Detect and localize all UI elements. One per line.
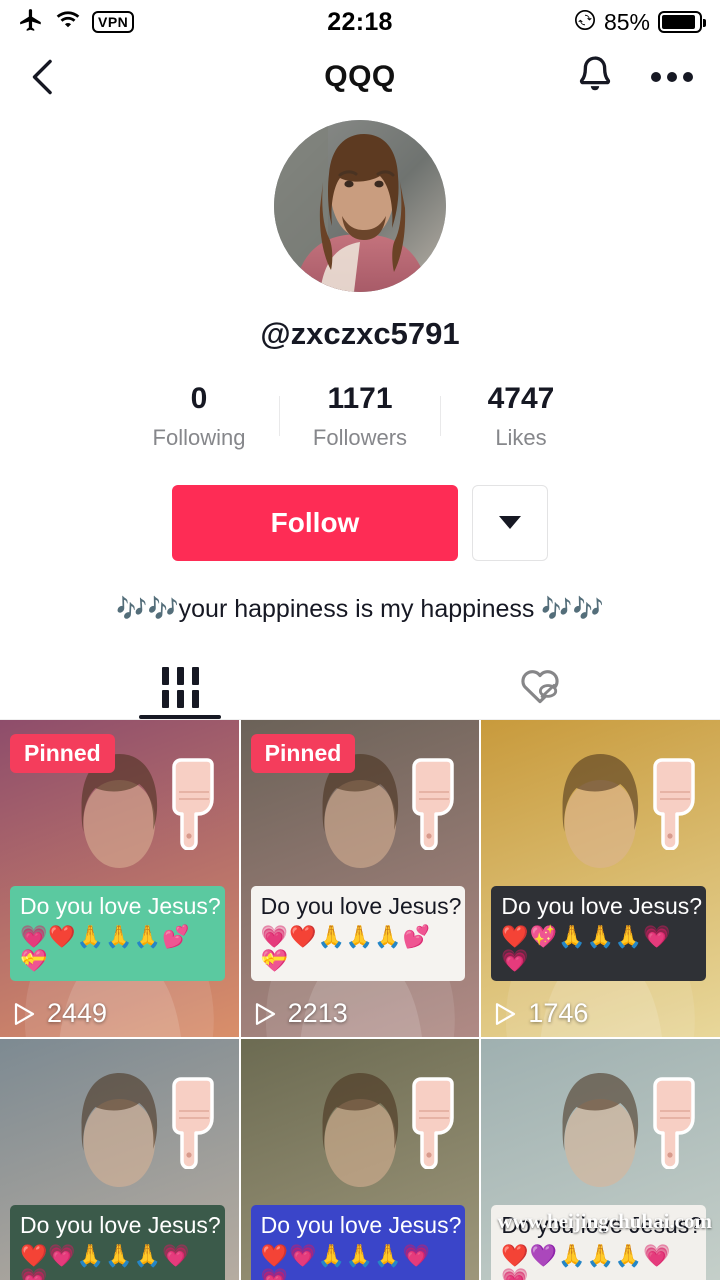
play-count-value: 1746 bbox=[528, 998, 589, 1028]
video-caption-overlay: Do you love Jesus? 💗❤️🙏🙏🙏💕💝 bbox=[250, 885, 466, 981]
play-count: 2449 bbox=[12, 998, 107, 1029]
battery-percent: 85% bbox=[603, 8, 651, 35]
site-watermark: www.heijingchuhai.com bbox=[497, 1209, 712, 1233]
status-bar: VPN 22:18 85% bbox=[0, 0, 720, 44]
play-icon bbox=[493, 1001, 517, 1027]
stat-followers[interactable]: 1171 Followers bbox=[280, 382, 440, 451]
profile-bio: 🎶🎶your happiness is my happiness 🎶🎶 bbox=[116, 594, 604, 623]
video-caption-text: Do you love Jesus? bbox=[20, 892, 221, 919]
video-caption-overlay: Do you love Jesus? ❤️💖🙏🙏🙏💗💗 bbox=[491, 885, 707, 981]
tiktok-profile-screen: VPN 22:18 85% QQQ @zxczxc5791 0 Followin… bbox=[0, 0, 720, 1280]
pointing-down-hand-icon bbox=[171, 1073, 217, 1170]
avatar[interactable] bbox=[274, 120, 446, 292]
grid-icon bbox=[161, 666, 199, 708]
stat-likes[interactable]: 4747 Likes bbox=[441, 382, 601, 451]
airplane-icon bbox=[18, 7, 44, 38]
stat-label: Following bbox=[152, 424, 246, 450]
pointing-down-hand-icon bbox=[411, 1073, 457, 1170]
video-thumbnail[interactable]: Do you love Jesus?❤️💗🙏🙏🙏💗💗1271 bbox=[0, 1039, 239, 1280]
chevron-down-icon bbox=[499, 516, 521, 529]
status-bar-left: VPN bbox=[18, 7, 327, 38]
profile-stats: 0 Following 1171 Followers 4747 Likes bbox=[119, 382, 601, 451]
video-caption-text: Do you love Jesus? bbox=[260, 892, 462, 919]
profile-actions: Follow bbox=[172, 484, 548, 561]
video-caption-overlay: Do you love Jesus? 💗❤️🙏🙏🙏💕💝 bbox=[10, 885, 225, 981]
video-thumbnail[interactable]: Do you love Jesus?❤️💜🙏🙏🙏💗💗1929 bbox=[481, 1039, 720, 1280]
play-count: 2213 bbox=[253, 998, 348, 1029]
stat-value: 0 bbox=[190, 382, 208, 415]
video-caption-emoji: ❤️💗🙏🙏🙏💗💗 bbox=[260, 1242, 432, 1280]
wifi-icon bbox=[54, 9, 82, 36]
profile-section: @zxczxc5791 0 Following 1171 Followers 4… bbox=[0, 110, 720, 625]
rotation-lock-icon bbox=[574, 9, 596, 36]
stat-label: Likes bbox=[495, 424, 547, 450]
more-dots-icon[interactable] bbox=[650, 70, 694, 84]
nav-actions bbox=[574, 54, 694, 100]
avatar-image bbox=[274, 120, 446, 292]
nav-header: QQQ bbox=[0, 44, 720, 110]
video-caption-text: Do you love Jesus? bbox=[260, 1211, 462, 1238]
follow-button[interactable]: Follow bbox=[172, 484, 458, 561]
video-caption-text: Do you love Jesus? bbox=[20, 1211, 221, 1238]
profile-username: @zxczxc5791 bbox=[260, 316, 460, 351]
heart-hidden-icon bbox=[517, 664, 563, 711]
pinned-badge: Pinned bbox=[10, 734, 115, 773]
video-caption-text: Do you love Jesus? bbox=[501, 892, 703, 919]
profile-tabs bbox=[0, 655, 720, 720]
play-icon bbox=[12, 1001, 36, 1027]
bell-icon[interactable] bbox=[574, 54, 616, 100]
pointing-down-hand-icon bbox=[411, 754, 457, 851]
video-grid: Pinned Do you love Jesus? 💗❤️🙏🙏🙏💕💝 2449 Pinn… bbox=[0, 720, 720, 1280]
video-caption-emoji: 💗❤️🙏🙏🙏💕💝 bbox=[20, 923, 191, 973]
video-caption-overlay: Do you love Jesus? ❤️💗🙏🙏🙏💗💗 bbox=[10, 1204, 225, 1280]
video-caption-overlay: Do you love Jesus? ❤️💗🙏🙏🙏💗💗 bbox=[250, 1204, 466, 1280]
video-caption-emoji: ❤️💗🙏🙏🙏💗💗 bbox=[20, 1242, 191, 1280]
profile-more-dropdown-button[interactable] bbox=[472, 484, 548, 561]
video-caption-emoji: ❤️💖🙏🙏🙏💗💗 bbox=[501, 923, 672, 973]
vpn-badge: VPN bbox=[92, 11, 135, 33]
pointing-down-hand-icon bbox=[171, 754, 217, 851]
stat-following[interactable]: 0 Following bbox=[119, 382, 279, 451]
pointing-down-hand-icon bbox=[652, 754, 698, 851]
status-bar-time: 22:18 bbox=[327, 7, 393, 36]
pinned-badge: Pinned bbox=[250, 734, 356, 773]
play-icon bbox=[253, 1001, 277, 1027]
tab-liked-private[interactable] bbox=[360, 655, 720, 719]
play-count: 1746 bbox=[493, 998, 588, 1029]
video-thumbnail[interactable]: Do you love Jesus? ❤️💖🙏🙏🙏💗💗 1746 bbox=[481, 720, 720, 1037]
stat-label: Followers bbox=[312, 424, 408, 450]
video-thumbnail[interactable]: Pinned Do you love Jesus? 💗❤️🙏🙏🙏💕💝 2449 bbox=[0, 720, 239, 1037]
stat-value: 1171 bbox=[327, 382, 393, 415]
pointing-down-hand-icon bbox=[652, 1073, 698, 1170]
battery-icon bbox=[658, 11, 707, 33]
tab-active-underline bbox=[139, 715, 221, 719]
tab-videos[interactable] bbox=[0, 655, 360, 719]
play-count-value: 2213 bbox=[287, 998, 348, 1028]
back-chevron-icon[interactable] bbox=[26, 57, 60, 97]
status-bar-right: 85% bbox=[393, 8, 707, 36]
video-thumbnail[interactable]: Pinned Do you love Jesus? 💗❤️🙏🙏🙏💕💝 2213 bbox=[240, 720, 480, 1037]
play-count-value: 2449 bbox=[47, 998, 108, 1028]
stat-value: 4747 bbox=[487, 382, 555, 415]
video-thumbnail[interactable]: Do you love Jesus?❤️💗🙏🙏🙏💗💗1071 bbox=[240, 1039, 480, 1280]
video-caption-emoji: 💗❤️🙏🙏🙏💕💝 bbox=[260, 923, 432, 973]
video-caption-emoji: ❤️💜🙏🙏🙏💗💗 bbox=[501, 1242, 672, 1280]
